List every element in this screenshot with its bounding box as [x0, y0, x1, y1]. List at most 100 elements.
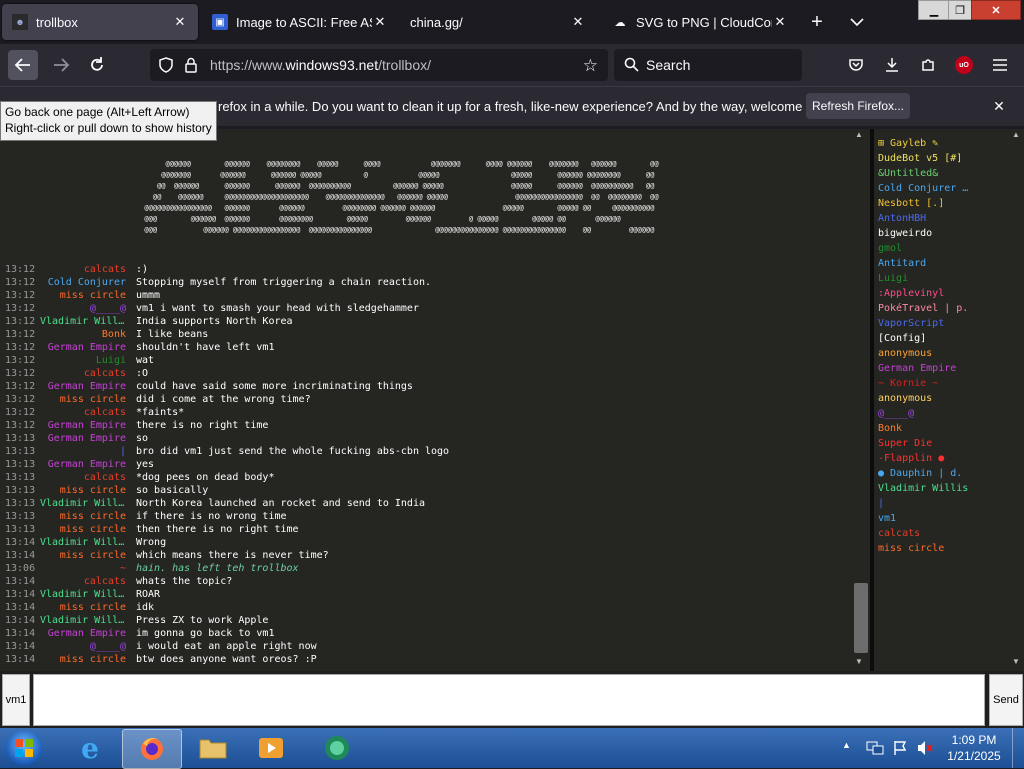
- message-author[interactable]: German Empire: [40, 419, 126, 432]
- show-desktop-button[interactable]: [1012, 728, 1024, 768]
- message-author[interactable]: |: [40, 445, 126, 458]
- send-button[interactable]: Send: [989, 674, 1023, 726]
- network-icon[interactable]: [866, 740, 884, 761]
- scroll-up-icon[interactable]: ▲: [1012, 130, 1020, 139]
- user-list-item[interactable]: VaporScript: [878, 316, 1008, 331]
- close-tab-icon[interactable]: ✕: [372, 14, 388, 30]
- tracking-shield-icon[interactable]: [158, 57, 174, 76]
- close-tab-icon[interactable]: ✕: [570, 14, 586, 30]
- user-list-item[interactable]: Antitard: [878, 256, 1008, 271]
- message-author[interactable]: calcats: [40, 367, 126, 380]
- message-author[interactable]: Vladimir Willis: [40, 497, 126, 510]
- user-list-item[interactable]: Super Die: [878, 436, 1008, 451]
- message-author[interactable]: calcats: [40, 406, 126, 419]
- forward-button[interactable]: [46, 50, 76, 80]
- tab-svg-to-png[interactable]: ☁ SVG to PNG | CloudConvert ✕: [602, 4, 798, 40]
- app-menu-button[interactable]: [985, 50, 1015, 80]
- close-tab-icon[interactable]: ✕: [772, 14, 788, 30]
- message-author[interactable]: miss circle: [40, 523, 126, 536]
- message-author[interactable]: Vladimir Willis: [40, 588, 126, 601]
- message-author[interactable]: German Empire: [40, 458, 126, 471]
- message-author[interactable]: Luigi: [40, 354, 126, 367]
- system-clock[interactable]: 1:09 PM 1/21/2025: [944, 732, 1004, 764]
- user-list-item[interactable]: DudeBot v5 [#]: [878, 151, 1008, 166]
- taskbar-firefox[interactable]: [122, 729, 182, 769]
- user-list-item[interactable]: ● Dauphin | d.: [878, 466, 1008, 481]
- user-list-item[interactable]: |: [878, 496, 1008, 511]
- user-list-item[interactable]: @____@: [878, 406, 1008, 421]
- user-list-item[interactable]: [Config]: [878, 331, 1008, 346]
- user-list-item[interactable]: Bonk: [878, 421, 1008, 436]
- message-author[interactable]: Vladimir Willis: [40, 536, 126, 549]
- message-author[interactable]: Vladimir Willis: [40, 315, 126, 328]
- user-list-item[interactable]: gmol: [878, 241, 1008, 256]
- lock-icon[interactable]: [184, 57, 198, 76]
- message-author[interactable]: miss circle: [40, 289, 126, 302]
- message-author[interactable]: @____@: [40, 302, 126, 315]
- message-author[interactable]: Cold Conjurer: [40, 276, 126, 289]
- bookmark-star-icon[interactable]: ☆: [583, 56, 598, 76]
- start-button[interactable]: [6, 731, 42, 765]
- message-author[interactable]: German Empire: [40, 432, 126, 445]
- user-list-item[interactable]: ~ Kornie ~: [878, 376, 1008, 391]
- user-list-item[interactable]: Luigi: [878, 271, 1008, 286]
- user-list-item[interactable]: ⊞ Gayleb ✎: [878, 136, 1008, 151]
- message-author[interactable]: @____@: [40, 640, 126, 653]
- user-list-item[interactable]: bigweirdo: [878, 226, 1008, 241]
- message-author[interactable]: ~: [40, 562, 126, 575]
- minimize-button[interactable]: ▁: [918, 0, 950, 20]
- message-author[interactable]: miss circle: [40, 393, 126, 406]
- message-author[interactable]: calcats: [40, 471, 126, 484]
- taskbar-media-player[interactable]: [246, 730, 296, 766]
- message-author[interactable]: German Empire: [40, 380, 126, 393]
- close-tab-icon[interactable]: ✕: [172, 14, 188, 30]
- back-button[interactable]: [8, 50, 38, 80]
- message-author[interactable]: Vladimir Willis: [40, 614, 126, 627]
- nickname-button[interactable]: vm1: [2, 674, 30, 726]
- message-author[interactable]: calcats: [40, 575, 126, 588]
- volume-muted-icon[interactable]: [916, 740, 934, 761]
- user-list-scrollbar[interactable]: ▲ ▼: [1010, 129, 1024, 671]
- user-list-item[interactable]: AntonHBH: [878, 211, 1008, 226]
- user-list-item[interactable]: Nesbott [.]: [878, 196, 1008, 211]
- user-list-item[interactable]: &Untitled&: [878, 166, 1008, 181]
- user-list-item[interactable]: Cold Conjurer …: [878, 181, 1008, 196]
- tab-trollbox[interactable]: ☻ trollbox ✕: [2, 4, 198, 40]
- user-list-item[interactable]: calcats: [878, 526, 1008, 541]
- show-hidden-icons-icon[interactable]: ▲: [842, 740, 851, 750]
- action-center-flag-icon[interactable]: [892, 740, 908, 761]
- taskbar-file-explorer[interactable]: [188, 730, 238, 766]
- user-list-item[interactable]: anonymous: [878, 346, 1008, 361]
- close-notification-icon[interactable]: ✕: [988, 95, 1010, 117]
- url-bar[interactable]: https://www.windows93.net/trollbox/ ☆: [150, 49, 608, 81]
- new-tab-button[interactable]: +: [802, 7, 832, 37]
- message-author[interactable]: miss circle: [40, 653, 126, 666]
- message-author[interactable]: miss circle: [40, 484, 126, 497]
- message-author[interactable]: miss circle: [40, 549, 126, 562]
- downloads-button[interactable]: [877, 50, 907, 80]
- pocket-button[interactable]: [841, 50, 871, 80]
- user-list-item[interactable]: :Applevinyl: [878, 286, 1008, 301]
- user-list-item[interactable]: Vladimir Willis: [878, 481, 1008, 496]
- tab-image-to-ascii[interactable]: ▣ Image to ASCII: Free ASCII ✕: [202, 4, 398, 40]
- reload-button[interactable]: [82, 50, 112, 80]
- message-input[interactable]: [33, 674, 985, 726]
- scroll-down-icon[interactable]: ▼: [1012, 657, 1020, 666]
- scroll-down-icon[interactable]: ▼: [855, 657, 863, 666]
- list-all-tabs-button[interactable]: [842, 7, 872, 37]
- extensions-button[interactable]: [913, 50, 943, 80]
- user-list-item[interactable]: PokéTravel | p.: [878, 301, 1008, 316]
- user-list-item[interactable]: miss circle: [878, 541, 1008, 556]
- user-list-item[interactable]: vm1: [878, 511, 1008, 526]
- message-author[interactable]: miss circle: [40, 601, 126, 614]
- user-list-item[interactable]: anonymous: [878, 391, 1008, 406]
- message-author[interactable]: German Empire: [40, 341, 126, 354]
- ublock-button[interactable]: uO: [949, 50, 979, 80]
- user-list-item[interactable]: -Flapplin ●: [878, 451, 1008, 466]
- taskbar-app[interactable]: [312, 730, 362, 766]
- tab-china-gg[interactable]: china.gg/ ✕: [400, 4, 596, 40]
- message-author[interactable]: miss circle: [40, 510, 126, 523]
- taskbar-internet-explorer[interactable]: e: [66, 730, 114, 766]
- search-bar[interactable]: Search: [614, 49, 802, 81]
- chat-scrollbar[interactable]: ▲ ▼: [852, 129, 870, 671]
